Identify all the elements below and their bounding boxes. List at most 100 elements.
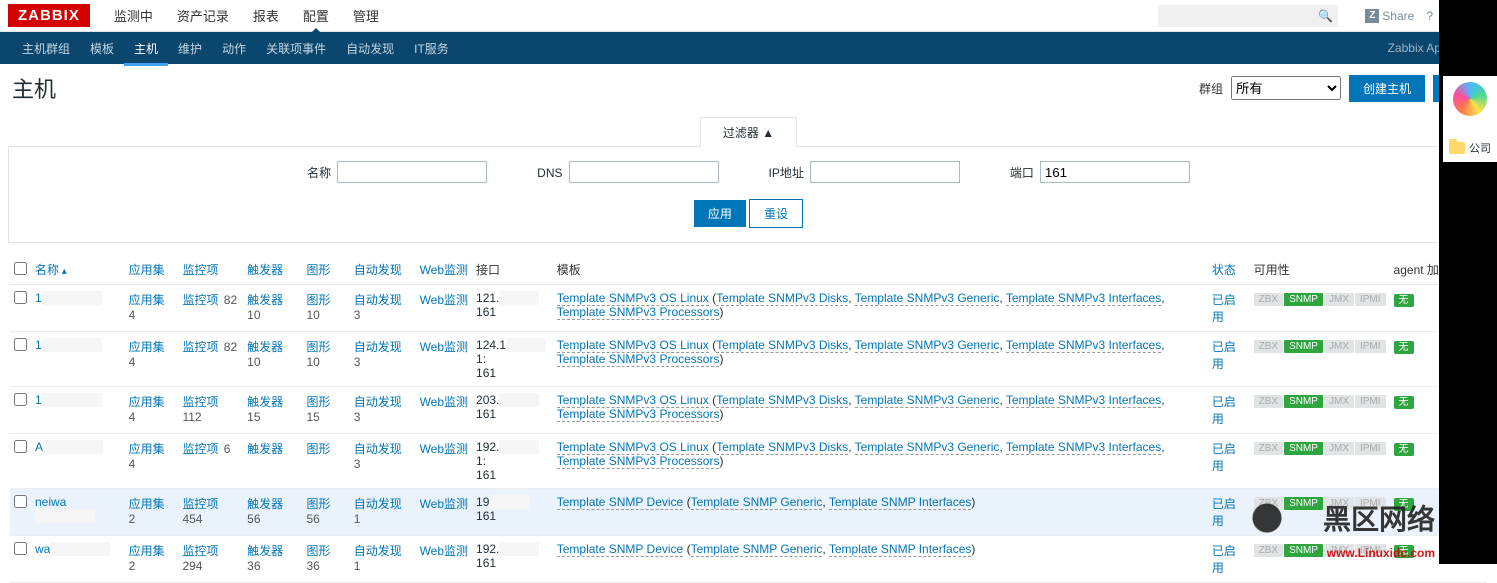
- tmpl-link[interactable]: Template SNMPv3 OS Linux: [557, 291, 709, 306]
- cell-link[interactable]: 触发器: [247, 340, 283, 354]
- status-link[interactable]: 已启用: [1212, 293, 1236, 324]
- filter-apply-button[interactable]: 应用: [694, 200, 746, 227]
- subnav-0[interactable]: 主机群组: [12, 31, 80, 66]
- status-link[interactable]: 已启用: [1212, 442, 1236, 473]
- cell-link[interactable]: 图形: [306, 544, 330, 558]
- col-status[interactable]: 状态: [1208, 255, 1250, 285]
- filter-dns-input[interactable]: [569, 161, 719, 183]
- col-avail: 可用性: [1250, 255, 1390, 285]
- row-checkbox[interactable]: [14, 440, 27, 453]
- subnav-2[interactable]: 主机: [124, 31, 168, 66]
- select-all-checkbox[interactable]: [14, 262, 27, 275]
- row-checkbox[interactable]: [14, 291, 27, 304]
- cell-link[interactable]: 触发器: [247, 544, 283, 558]
- row-checkbox[interactable]: [14, 338, 27, 351]
- filter-ip-input[interactable]: [810, 161, 960, 183]
- cell-link[interactable]: 应用集: [129, 293, 165, 307]
- create-host-button[interactable]: 创建主机: [1349, 75, 1425, 102]
- subnav-4[interactable]: 动作: [212, 31, 256, 66]
- filter-reset-button[interactable]: 重设: [749, 199, 803, 228]
- row-checkbox[interactable]: [14, 542, 27, 555]
- subnav-5[interactable]: 关联项事件: [256, 31, 336, 66]
- host-link[interactable]: 1: [35, 291, 42, 305]
- row-checkbox[interactable]: [14, 495, 27, 508]
- cell-link[interactable]: 监控项: [182, 442, 218, 456]
- status-link[interactable]: 已启用: [1212, 544, 1236, 575]
- col-graph[interactable]: 图形: [302, 255, 349, 285]
- cell-link[interactable]: 应用集: [129, 544, 165, 558]
- cell-link[interactable]: 触发器: [247, 293, 283, 307]
- tmpl-link[interactable]: Template SNMP Device: [557, 542, 684, 557]
- col-name[interactable]: 名称: [31, 255, 125, 285]
- col-discovery[interactable]: 自动发现: [350, 255, 416, 285]
- swirl-icon[interactable]: [1453, 82, 1487, 116]
- status-link[interactable]: 已启用: [1212, 395, 1236, 426]
- cell-link[interactable]: 触发器: [247, 395, 283, 409]
- topnav-0[interactable]: 监测中: [102, 0, 165, 33]
- group-select[interactable]: 所有: [1231, 76, 1341, 100]
- topnav-1[interactable]: 资产记录: [165, 0, 241, 33]
- topnav-4[interactable]: 管理: [341, 0, 391, 33]
- avail-zbx: ZBX: [1254, 442, 1283, 455]
- filter-name-input[interactable]: [337, 161, 487, 183]
- host-link[interactable]: 1: [35, 393, 42, 407]
- encryption-none: 无: [1394, 498, 1414, 511]
- topnav-2[interactable]: 报表: [241, 0, 291, 33]
- company-folder[interactable]: 公司: [1449, 140, 1491, 156]
- help-icon[interactable]: ?: [1426, 9, 1433, 23]
- web-link[interactable]: Web监测: [420, 293, 468, 307]
- search-input[interactable]: [1158, 5, 1338, 27]
- cell-link[interactable]: 监控项: [182, 340, 218, 354]
- subnav-6[interactable]: 自动发现: [336, 31, 404, 66]
- subnav-3[interactable]: 维护: [168, 31, 212, 66]
- host-link[interactable]: A: [35, 440, 43, 454]
- cell-link[interactable]: 监控项: [182, 293, 218, 307]
- subnav-1[interactable]: 模板: [80, 31, 124, 66]
- cell-link[interactable]: 图形: [306, 340, 330, 354]
- share-link[interactable]: Z Share: [1365, 9, 1414, 23]
- cell-link[interactable]: 应用集: [129, 497, 165, 511]
- web-link[interactable]: Web监测: [420, 395, 468, 409]
- filter-port-input[interactable]: [1040, 161, 1190, 183]
- tmpl-link[interactable]: Template SNMPv3 OS Linux: [557, 393, 709, 408]
- web-link[interactable]: Web监测: [420, 497, 468, 511]
- filter-toggle[interactable]: 过滤器 ▲: [700, 117, 797, 147]
- cell-link[interactable]: 触发器: [247, 442, 283, 456]
- col-web[interactable]: Web监测: [416, 255, 472, 285]
- status-link[interactable]: 已启用: [1212, 497, 1236, 528]
- topnav-3[interactable]: 配置: [291, 0, 341, 33]
- subnav-7[interactable]: IT服务: [404, 31, 459, 66]
- row-checkbox[interactable]: [14, 393, 27, 406]
- cell-link[interactable]: 图形: [306, 442, 330, 456]
- tmpl-link[interactable]: Template SNMP Device: [557, 495, 684, 510]
- cell-link[interactable]: 图形: [306, 395, 330, 409]
- cell-link[interactable]: 自动发现: [354, 340, 402, 354]
- host-link[interactable]: 1: [35, 338, 42, 352]
- tmpl-link[interactable]: Template SNMPv3 OS Linux: [557, 338, 709, 353]
- cell-link[interactable]: 应用集: [129, 442, 165, 456]
- web-link[interactable]: Web监测: [420, 442, 468, 456]
- web-link[interactable]: Web监测: [420, 544, 468, 558]
- cell-link[interactable]: 自动发现: [354, 544, 402, 558]
- cell-link[interactable]: 应用集: [129, 395, 165, 409]
- host-link[interactable]: neiwa: [35, 495, 66, 509]
- cell-link[interactable]: 图形: [306, 293, 330, 307]
- col-trigger[interactable]: 触发器: [243, 255, 302, 285]
- col-app[interactable]: 应用集: [125, 255, 179, 285]
- cell-link[interactable]: 图形: [306, 497, 330, 511]
- status-link[interactable]: 已启用: [1212, 340, 1236, 371]
- cell-link[interactable]: 应用集: [129, 340, 165, 354]
- cell-link[interactable]: 监控项: [182, 544, 218, 558]
- col-item[interactable]: 监控项: [178, 255, 243, 285]
- cell-link[interactable]: 自动发现: [354, 395, 402, 409]
- cell-link[interactable]: 监控项: [182, 395, 218, 409]
- cell-link[interactable]: 自动发现: [354, 442, 402, 456]
- cell-link[interactable]: 自动发现: [354, 497, 402, 511]
- web-link[interactable]: Web监测: [420, 340, 468, 354]
- avail-snmp: SNMP: [1284, 395, 1323, 408]
- host-link[interactable]: wa: [35, 542, 50, 556]
- cell-link[interactable]: 自动发现: [354, 293, 402, 307]
- tmpl-link[interactable]: Template SNMPv3 OS Linux: [557, 440, 709, 455]
- cell-link[interactable]: 触发器: [247, 497, 283, 511]
- cell-link[interactable]: 监控项: [182, 497, 218, 511]
